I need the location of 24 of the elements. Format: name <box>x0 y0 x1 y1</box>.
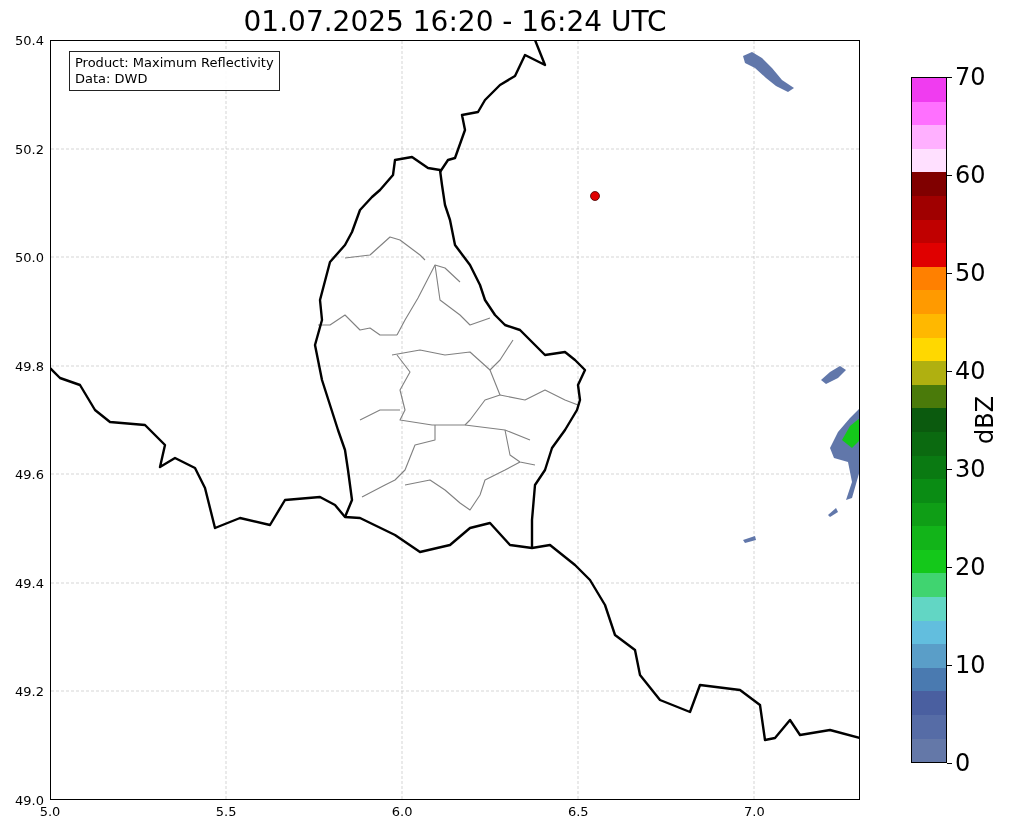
x-axis-tick-label: 6.0 <box>391 804 413 819</box>
y-axis-tick-label: 49.6 <box>15 466 44 482</box>
x-axis-tick-label: 6.5 <box>567 804 589 819</box>
y-axis-tick-label: 49.2 <box>15 683 44 699</box>
chart-title: 01.07.2025 16:20 - 16:24 UTC <box>243 4 667 40</box>
colorbar-tick-label: 10 <box>955 652 986 678</box>
colorbar-tick-label: 60 <box>955 162 986 188</box>
colorbar-tick-label: 50 <box>955 260 986 286</box>
colorbar-label: dBZ <box>971 395 999 445</box>
location-marker <box>590 191 600 201</box>
y-axis-tick-label: 49.8 <box>15 358 44 374</box>
y-axis-tick-label: 50.0 <box>15 249 44 265</box>
x-axis-tick-label: 7.0 <box>744 804 765 819</box>
colorbar-tick-label: 0 <box>955 750 971 776</box>
colorbar-tick-label: 40 <box>955 358 986 384</box>
x-axis-tick-label: 5.5 <box>215 804 237 819</box>
y-axis-tick-label: 50.2 <box>15 141 44 157</box>
legend-text: Product: Maximum Reflectivity <box>75 55 274 71</box>
colorbar-tick-label: 30 <box>955 456 986 482</box>
y-axis-tick-label: 49.4 <box>15 575 44 591</box>
y-axis-tick-label: 50.4 <box>15 32 44 48</box>
legend-text: Data: DWD <box>75 71 149 87</box>
colorbar-tick-label: 70 <box>955 64 986 90</box>
colorbar-tick-label: 20 <box>955 554 986 580</box>
